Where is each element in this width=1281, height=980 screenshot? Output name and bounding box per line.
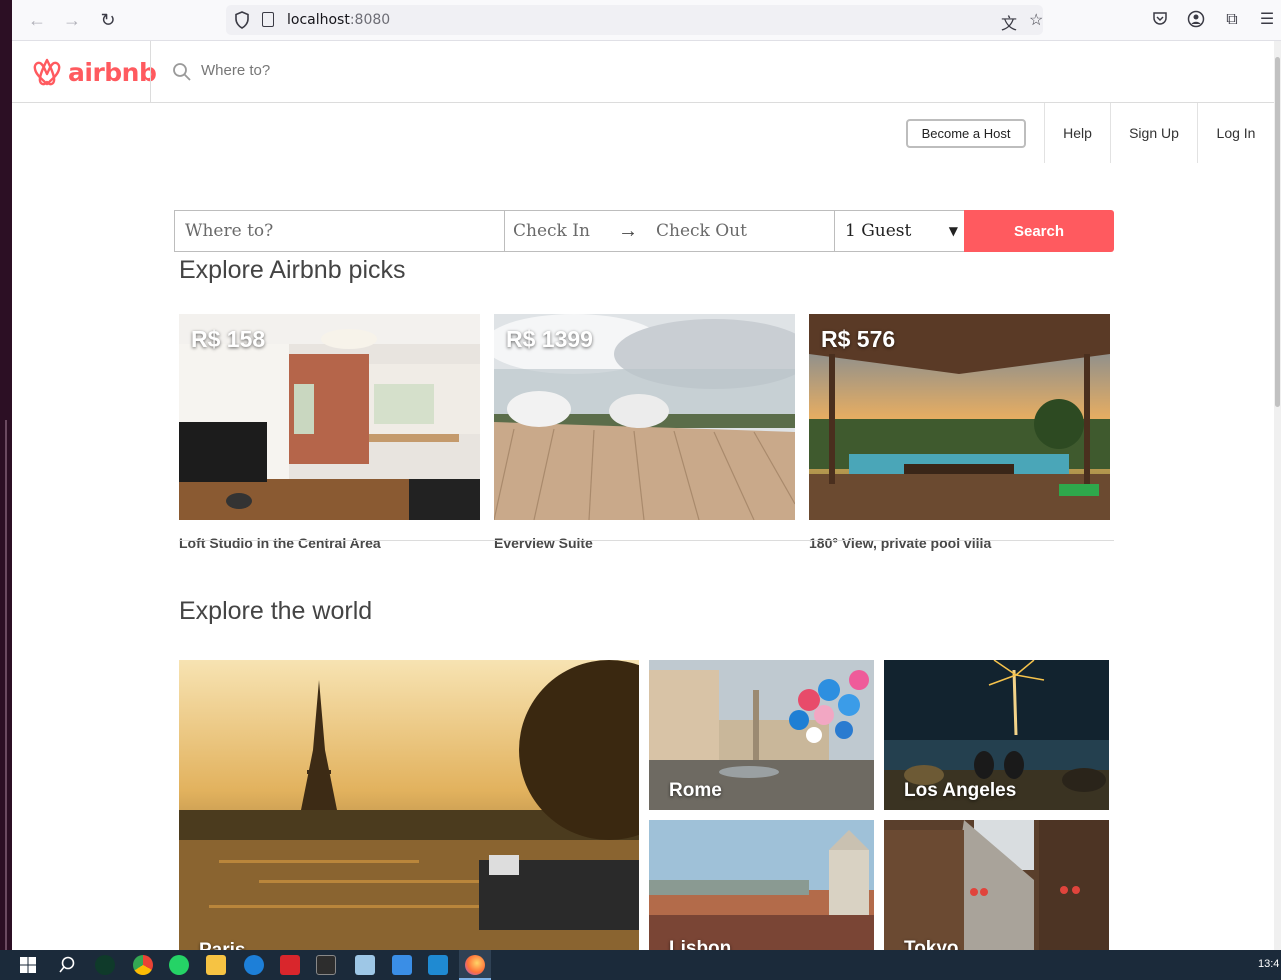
firefox-active-tab[interactable] [459, 950, 491, 980]
airbnb-belo-icon [33, 58, 61, 86]
bookmark-star-icon[interactable]: ☆ [1029, 10, 1043, 30]
scrollbar-thumb[interactable] [1275, 57, 1280, 407]
guests-value: 1 Guest [845, 221, 912, 241]
pocket-icon[interactable] [1150, 10, 1170, 30]
picks-title: Explore Airbnb picks [179, 256, 406, 284]
search-bar: → 1 Guest ▼ Search [174, 210, 1114, 252]
city-card-tokyo[interactable]: Tokyo [884, 820, 1109, 950]
header-divider [150, 41, 151, 102]
desktop-edge [0, 0, 12, 950]
city-card-paris[interactable]: Paris [179, 660, 639, 950]
city-name: Lisbon [669, 938, 732, 950]
city-name: Paris [199, 940, 245, 950]
pick-price: R$ 1399 [506, 326, 593, 352]
notepad-icon[interactable] [355, 955, 375, 975]
logo-text: airbnb [68, 57, 157, 87]
city-name: Tokyo [904, 938, 959, 950]
guests-select[interactable]: 1 Guest ▼ [834, 210, 965, 252]
file-explorer-icon[interactable] [206, 955, 226, 975]
listing-photo[interactable]: R$ 1399 [494, 314, 795, 520]
search-icon [173, 63, 191, 81]
search-button[interactable]: Search [964, 210, 1114, 252]
shield-icon[interactable] [234, 11, 250, 29]
city-name: Rome [669, 780, 722, 801]
pick-title[interactable]: Everview Suite [494, 535, 593, 551]
os-taskbar: 13:4 [0, 950, 1281, 980]
account-icon[interactable] [1186, 10, 1206, 30]
chrome-icon[interactable] [133, 955, 153, 975]
reload-icon[interactable]: ↻ [97, 9, 119, 31]
city-card-rome[interactable]: Rome [649, 660, 874, 810]
clock[interactable]: 13:4 [1258, 958, 1279, 970]
chevron-down-icon: ▼ [948, 224, 958, 238]
vscode-icon[interactable] [428, 955, 448, 975]
page-icon [262, 12, 274, 27]
site-header: airbnb [12, 41, 1274, 103]
pick-card[interactable]: R$ 158 Loft Studio in the Central Area [179, 314, 480, 551]
city-card-lisbon[interactable]: Lisbon [649, 820, 874, 950]
signup-link[interactable]: Sign Up [1111, 103, 1197, 163]
city-name: Los Angeles [904, 780, 1017, 801]
pick-card[interactable]: R$ 1399 Everview Suite [494, 314, 795, 551]
translate-icon[interactable]: 文 [1001, 10, 1017, 34]
forward-arrow-icon[interactable]: → [61, 9, 83, 31]
listing-photo[interactable]: R$ 576 [809, 314, 1110, 520]
airbnb-logo[interactable]: airbnb [32, 55, 157, 89]
taskbar-search-icon[interactable] [58, 956, 76, 974]
app-icon[interactable] [392, 955, 412, 975]
address-bar[interactable]: localhost:8080 文 ☆ [226, 5, 1043, 35]
menu-icon[interactable]: ☰ [1257, 10, 1277, 30]
page-scrollbar[interactable] [1274, 41, 1281, 950]
section-divider [179, 540, 1114, 541]
check-out-input[interactable] [656, 211, 776, 251]
app-icon[interactable] [95, 955, 115, 975]
extensions-icon[interactable]: ⧉ [1222, 10, 1242, 30]
listing-photo[interactable]: R$ 158 [179, 314, 480, 520]
browser-toolbar: ← → ↻ localhost:8080 文 ☆ ⧉ ☰ [12, 0, 1281, 41]
help-link[interactable]: Help [1045, 103, 1110, 163]
whatsapp-icon[interactable] [169, 955, 189, 975]
terminal-icon[interactable] [316, 955, 336, 975]
windows-start-icon[interactable] [20, 957, 36, 973]
acrobat-icon[interactable] [280, 955, 300, 975]
pick-price: R$ 158 [191, 326, 266, 352]
become-host-button[interactable]: Become a Host [906, 119, 1026, 148]
pick-title[interactable]: Loft Studio in the Central Area [179, 535, 381, 551]
back-arrow-icon[interactable]: ← [26, 9, 48, 31]
url-text[interactable]: localhost:8080 [287, 12, 390, 28]
city-card-los-angeles[interactable]: Los Angeles [884, 660, 1109, 810]
world-title: Explore the world [179, 597, 373, 625]
date-range: → [504, 210, 835, 252]
arrow-right-icon: → [618, 220, 638, 242]
pick-title[interactable]: 180° View, private pool villa [809, 535, 991, 551]
firefox-icon [465, 955, 485, 975]
city-photo [179, 660, 639, 950]
check-in-input[interactable] [513, 211, 633, 251]
city-photo [884, 820, 1109, 950]
city-photo [649, 820, 874, 950]
pick-card[interactable]: R$ 576 180° View, private pool villa [809, 314, 1110, 551]
header-search-input[interactable] [201, 62, 601, 79]
login-link[interactable]: Log In [1198, 103, 1274, 163]
where-input[interactable] [174, 210, 505, 252]
app-icon[interactable] [244, 955, 264, 975]
pick-price: R$ 576 [821, 326, 896, 352]
